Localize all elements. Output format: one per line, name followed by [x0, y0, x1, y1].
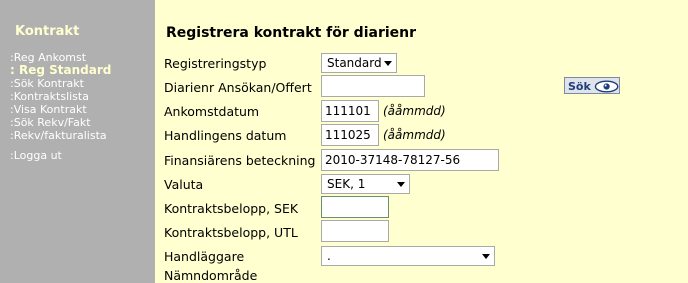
- sidebar-item-kontraktslista[interactable]: :Kontraktslista: [10, 90, 111, 103]
- sidebar-menu: :Reg Ankomst : Reg Standard :Sök Kontrak…: [10, 51, 111, 142]
- diarienr-label: Diarienr Ansökan/Offert: [164, 80, 312, 95]
- registreringstyp-label: Registreringstyp: [164, 56, 267, 71]
- kontraktsbelopp-utl-input[interactable]: [321, 220, 389, 242]
- finansiarens-beteckning-label: Finansiärens beteckning: [164, 153, 316, 168]
- sidebar-item-sok-kontrakt[interactable]: :Sök Kontrakt: [10, 77, 111, 90]
- sok-button[interactable]: Sök: [564, 77, 620, 94]
- valuta-label: Valuta: [164, 177, 204, 192]
- registreringstyp-select[interactable]: Standard: [321, 53, 397, 73]
- chevron-down-icon: [397, 182, 405, 187]
- sidebar-item-reg-standard[interactable]: : Reg Standard: [10, 64, 111, 77]
- diarienr-input[interactable]: [321, 75, 425, 97]
- sidebar-item-rekv-fakturalista[interactable]: :Rekv/fakturalista: [10, 129, 111, 142]
- sidebar-item-visa-kontrakt[interactable]: :Visa Kontrakt: [10, 103, 111, 116]
- chevron-down-icon: [384, 61, 392, 66]
- sok-button-label: Sök: [568, 79, 591, 93]
- ankomstdatum-hint: (ååmmdd): [383, 104, 446, 118]
- page-title: Registrera kontrakt för diarienr: [166, 25, 417, 41]
- finansiarens-beteckning-input[interactable]: [321, 149, 499, 171]
- main-form: Registrera kontrakt för diarienr Registr…: [155, 0, 688, 283]
- handlingens-datum-input[interactable]: [321, 124, 379, 146]
- handlingens-datum-label: Handlingens datum: [164, 128, 287, 143]
- sidebar-item-sok-rekv-fakt[interactable]: :Sök Rekv/Fakt: [10, 116, 111, 129]
- eye-icon: [594, 79, 619, 93]
- handlaggare-label: Handläggare: [164, 249, 245, 264]
- kontraktsbelopp-sek-input[interactable]: [321, 196, 389, 218]
- handlaggare-select[interactable]: .: [321, 246, 495, 266]
- namndomrade-label: Nämndområde: [164, 268, 258, 283]
- ankomstdatum-input[interactable]: [321, 100, 379, 122]
- valuta-value: SEK, 1: [327, 177, 366, 191]
- handlaggare-value: .: [327, 249, 331, 263]
- ankomstdatum-label: Ankomstdatum: [164, 104, 260, 119]
- sidebar-heading: Kontrakt: [15, 24, 80, 39]
- kontraktsbelopp-sek-label: Kontraktsbelopp, SEK: [164, 201, 299, 216]
- kontraktsbelopp-utl-label: Kontraktsbelopp, UTL: [164, 225, 298, 240]
- handlingens-datum-hint: (ååmmdd): [383, 128, 446, 142]
- logout-link[interactable]: :Logga ut: [10, 149, 62, 162]
- chevron-down-icon: [482, 254, 490, 259]
- sidebar: Kontrakt :Reg Ankomst : Reg Standard :Sö…: [0, 0, 155, 283]
- registreringstyp-value: Standard: [327, 56, 382, 70]
- valuta-select[interactable]: SEK, 1: [321, 174, 410, 194]
